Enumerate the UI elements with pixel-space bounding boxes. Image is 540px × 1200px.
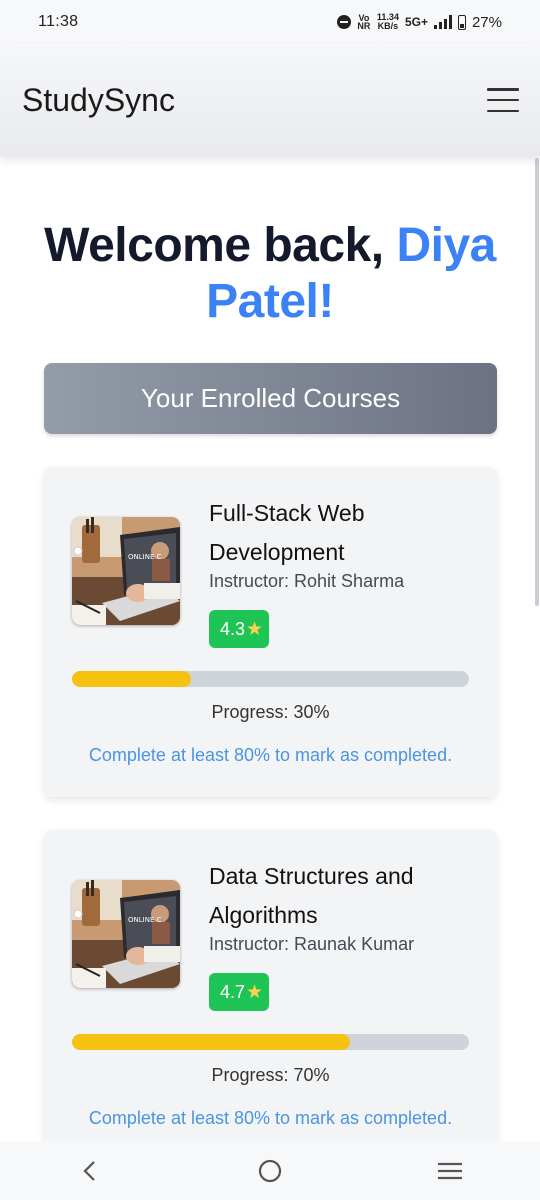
course-title[interactable]: Data Structures and Algorithms [209, 857, 479, 935]
status-time: 11:38 [38, 13, 79, 30]
hamburger-menu-icon[interactable] [487, 88, 519, 112]
speed-unit: KB/s [377, 21, 399, 31]
thumb-text: ONLINE C [128, 553, 162, 561]
progress-bar [72, 671, 469, 687]
progress-bar [72, 1034, 469, 1050]
course-instructor: Instructor: Raunak Kumar [209, 934, 415, 954]
star-icon: ★ [246, 618, 264, 640]
scrollbar[interactable] [535, 158, 539, 606]
volte-bottom: NR [357, 21, 371, 31]
welcome-greeting: Welcome back, [44, 219, 384, 272]
rating-value: 4.3 [220, 618, 246, 639]
course-card[interactable]: ONLINE C Full-Stack Web Development Inst… [44, 467, 497, 797]
battery-percent: 27% [471, 13, 502, 31]
status-bar: 11:38 Vo NR 11.34 KB/s 5G+ 27% [0, 0, 540, 44]
network-type: 5G+ [404, 15, 428, 29]
progress-label: Progress: 30% [211, 702, 330, 722]
status-icons: Vo NR 11.34 KB/s 5G+ 27% [336, 13, 502, 31]
user-name-last: Patel! [206, 275, 334, 328]
app-header: StudySync [0, 44, 540, 156]
star-icon: ★ [246, 981, 264, 1003]
progress-fill [72, 1034, 350, 1050]
thumb-text: ONLINE C [128, 916, 162, 924]
recents-lines-icon[interactable] [420, 1151, 480, 1191]
home-circle-icon[interactable] [240, 1151, 300, 1191]
network-speed: 11.34 KB/s [377, 13, 399, 31]
course-card[interactable]: ONLINE C Data Structures and Algorithms … [44, 830, 497, 1160]
course-title[interactable]: Full-Stack Web Development [209, 494, 479, 572]
brand-title[interactable]: StudySync [22, 82, 175, 119]
signal-icon [433, 15, 452, 29]
system-nav-bar [0, 1141, 540, 1200]
completion-note: Complete at least 80% to mark as complet… [88, 1108, 453, 1128]
back-chevron-icon[interactable] [60, 1151, 120, 1191]
welcome-heading: Welcome back, Diya Patel! [30, 218, 510, 330]
do-not-disturb-icon [336, 15, 351, 29]
rating-badge: 4.3 ★ [209, 610, 270, 648]
user-name-first: Diya [396, 219, 496, 272]
course-instructor: Instructor: Rohit Sharma [209, 571, 405, 591]
volte-icon: Vo NR [357, 14, 371, 31]
completion-note: Complete at least 80% to mark as complet… [88, 745, 453, 765]
course-thumbnail[interactable]: ONLINE C [72, 880, 180, 988]
app-screen: 11:38 Vo NR 11.34 KB/s 5G+ 27% StudySync [0, 0, 540, 1200]
course-thumbnail[interactable]: ONLINE C [72, 517, 180, 625]
rating-value: 4.7 [220, 981, 246, 1002]
progress-label: Progress: 70% [211, 1065, 330, 1085]
progress-fill [72, 671, 192, 687]
enrolled-courses-banner: Your Enrolled Courses [44, 363, 497, 434]
battery-icon [457, 14, 466, 30]
rating-badge: 4.7 ★ [209, 973, 270, 1011]
